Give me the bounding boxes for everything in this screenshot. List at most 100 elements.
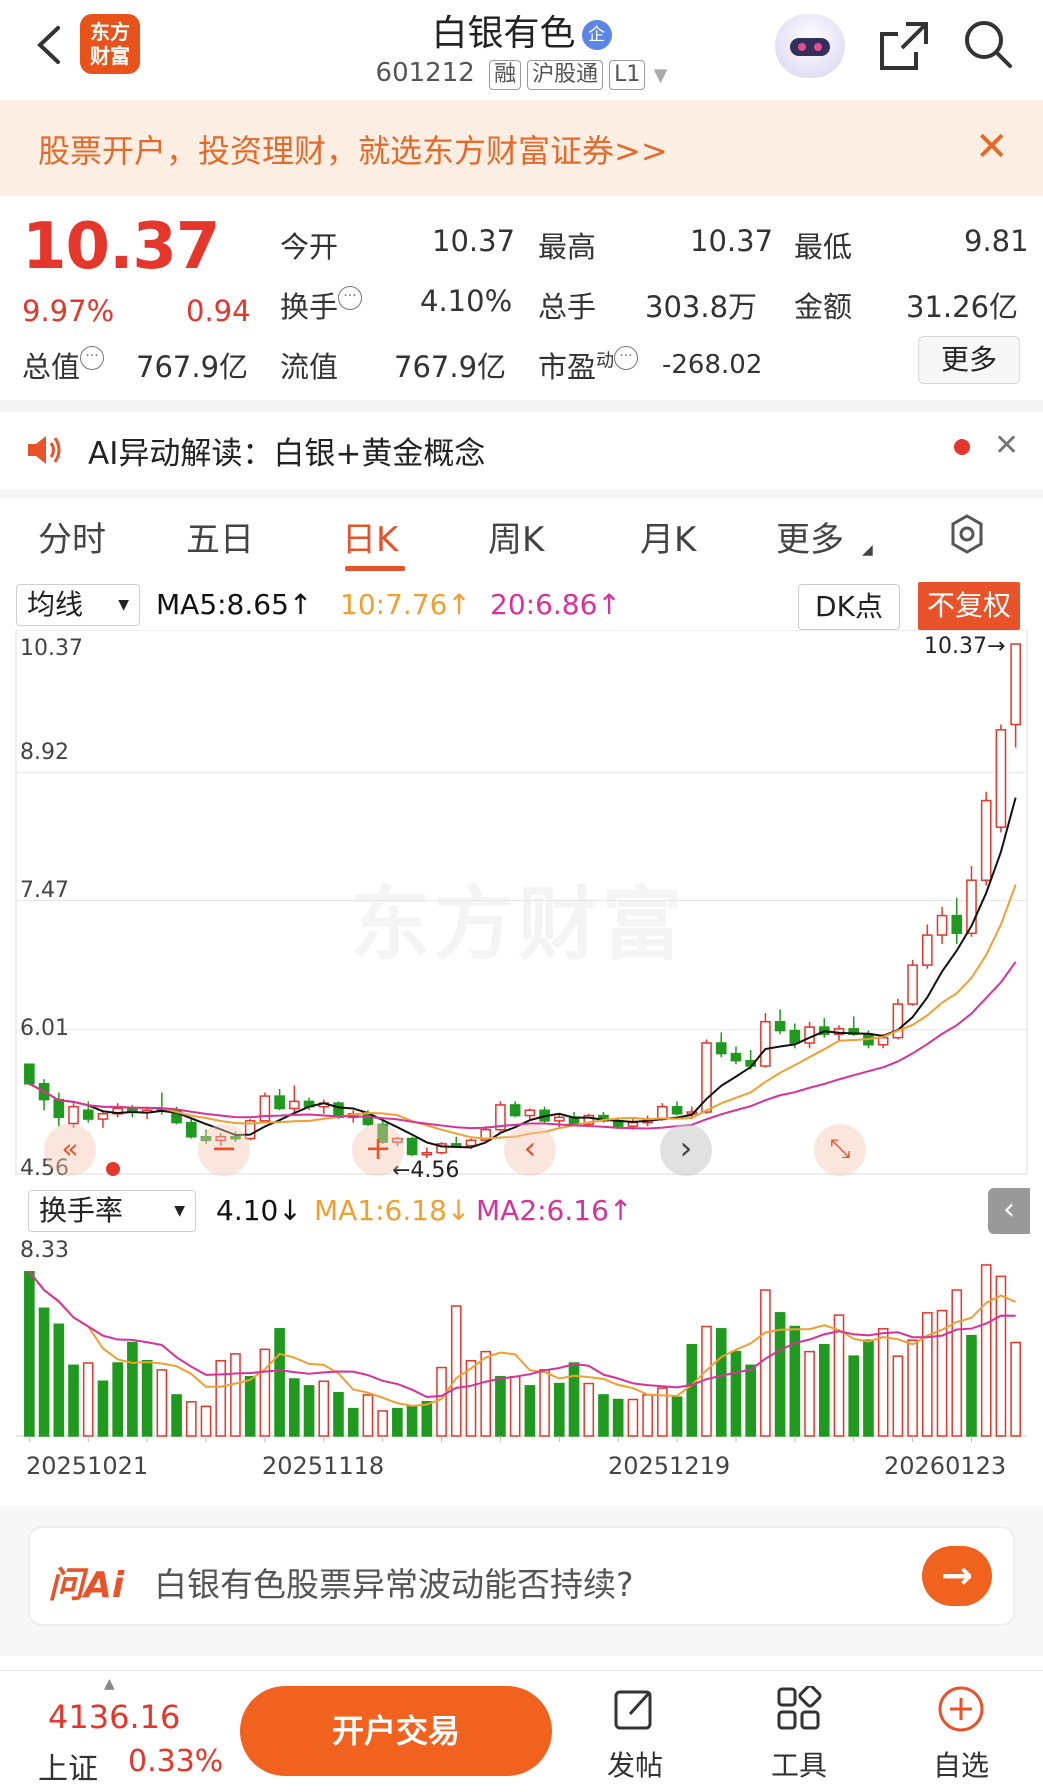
tab-weekly-k[interactable]: 周K (488, 512, 544, 561)
tab-more[interactable]: 更多 (776, 512, 844, 561)
post-label[interactable]: 发帖 (596, 1744, 674, 1784)
scroll-left-icon[interactable]: « (44, 1124, 96, 1176)
turnover-chart[interactable] (0, 1236, 1043, 1450)
turnover-bar (303, 1385, 315, 1437)
next-icon[interactable]: › (660, 1124, 712, 1176)
arrow-right-icon[interactable]: → (922, 1546, 992, 1606)
index-value[interactable]: 4136.16 (48, 1698, 180, 1736)
candle-body (509, 1104, 521, 1117)
volume-label: 总手 (538, 290, 597, 324)
more-button[interactable]: 更多 (918, 336, 1020, 384)
tab-monthly-k[interactable]: 月K (640, 512, 696, 561)
no-adjust-button[interactable]: 不复权 (918, 582, 1020, 630)
turnover-bar (377, 1410, 388, 1437)
info-icon[interactable]: ··· (338, 286, 363, 310)
post-icon[interactable] (612, 1686, 658, 1732)
ai-alert-row[interactable]: AI异动解读：白银+黄金概念 (0, 410, 1043, 490)
turnover-bar (877, 1328, 889, 1437)
candle-body (774, 1021, 786, 1032)
turnover-bar (745, 1364, 756, 1437)
close-icon[interactable]: ✕ (994, 428, 1019, 463)
tab-five-day[interactable]: 五日 (186, 512, 254, 561)
close-icon[interactable]: ✕ (975, 124, 1009, 170)
banner-text[interactable]: 股票开户，投资理财，就选东方财富证券>> (38, 126, 668, 172)
candle-body (53, 1098, 65, 1119)
zoom-out-icon[interactable]: − (198, 1124, 250, 1176)
info-icon[interactable]: ··· (614, 346, 639, 370)
kline-chart[interactable] (0, 630, 1043, 1186)
date-label: 20260123 (884, 1452, 1007, 1480)
ma-dropdown[interactable]: 均线 ▼ (16, 584, 140, 626)
red-dot-marker (106, 1162, 120, 1176)
float-cap-value: 767.9亿 (394, 350, 507, 384)
high-label: 最高 (538, 230, 597, 264)
date-label: 20251021 (26, 1452, 149, 1480)
promo-banner[interactable]: 股票开户，投资理财，就选东方财富证券>> ✕ (0, 100, 1043, 196)
turnover-bar (436, 1366, 447, 1437)
divider (0, 490, 1043, 498)
ai-alert-text[interactable]: AI异动解读：白银+黄金概念 (88, 428, 485, 473)
turnover-bar (863, 1339, 874, 1437)
ask-ai-question[interactable]: 白银有色股票异常波动能否持续? (154, 1558, 634, 1606)
turnover-bar (553, 1382, 565, 1437)
trade-button[interactable]: 开户交易 (240, 1686, 552, 1776)
low-label: 最低 (794, 230, 853, 264)
turnover-bar (392, 1407, 403, 1437)
change-pct: 9.97% (22, 294, 115, 328)
turnover-value: 4.10% (420, 284, 513, 318)
ma10-value: 10:7.76↑ (340, 588, 471, 621)
open-label: 今开 (280, 230, 339, 264)
change-value: 0.94 (186, 294, 251, 328)
market-cap-label-text: 总值 (22, 350, 81, 384)
max-price-marker: 10.37→ (924, 634, 1006, 659)
tools-label[interactable]: 工具 (760, 1744, 838, 1784)
tab-daily-k[interactable]: 日K (342, 512, 398, 561)
tab-intraday[interactable]: 分时 (38, 512, 106, 561)
current-price: 10.37 (22, 210, 220, 284)
market-cap-label: 总值 ··· (22, 344, 105, 386)
zoom-in-icon[interactable]: + (352, 1124, 404, 1176)
fullscreen-icon[interactable]: ⤡ (814, 1124, 866, 1176)
index-pct[interactable]: 0.33% (128, 1744, 223, 1779)
stock-code: 601212 (375, 58, 475, 88)
candle-body (524, 1109, 536, 1117)
pe-value: -268.02 (662, 350, 763, 380)
turnover-bar (68, 1364, 79, 1437)
add-watchlist-label[interactable]: 自选 (922, 1744, 1000, 1784)
ma5-line (28, 797, 1017, 1149)
date-label: 20251219 (608, 1452, 731, 1480)
ma10-line (28, 884, 1017, 1140)
dk-point-button[interactable]: DK点 (798, 584, 900, 630)
candle-body (804, 1026, 815, 1044)
ma5-value: MA5:8.65↑ (156, 588, 313, 621)
chevron-down-icon[interactable]: ▼ (654, 65, 668, 86)
turnover-bar (112, 1362, 123, 1437)
open-value: 10.37 (432, 224, 516, 258)
ai-robot-icon[interactable] (775, 14, 845, 78)
candle-body (97, 1113, 109, 1120)
candle-body (406, 1137, 418, 1156)
add-watchlist-icon[interactable] (936, 1684, 986, 1734)
search-icon[interactable] (960, 16, 1016, 72)
gear-icon[interactable] (945, 512, 989, 556)
info-icon[interactable]: ··· (80, 346, 105, 370)
tools-icon[interactable] (776, 1686, 822, 1732)
enterprise-badge: 企 (581, 20, 612, 50)
speaker-icon (28, 436, 61, 464)
y-label-3: 7.47 (20, 878, 69, 903)
pe-label-text: 市盈 (538, 350, 597, 384)
candle-body (82, 1109, 94, 1120)
prev-icon[interactable]: ‹ (504, 1124, 556, 1176)
low-value: 9.81 (964, 224, 1029, 258)
index-name[interactable]: 上证 (38, 1744, 98, 1788)
turnover-dropdown[interactable]: 换手率 ▼ (28, 1190, 196, 1232)
share-icon[interactable] (876, 18, 932, 74)
dropdown-caret-icon: ▼ (118, 597, 129, 613)
candle-body (980, 799, 992, 881)
candle-body (274, 1095, 285, 1110)
turnover-bar (686, 1344, 698, 1437)
collapse-panel-icon[interactable]: ‹ (988, 1188, 1030, 1234)
turnover-ma2: MA2:6.16↑ (476, 1194, 633, 1227)
candle-body (465, 1139, 477, 1147)
tag-hk-connect: 沪股通 (527, 60, 604, 90)
